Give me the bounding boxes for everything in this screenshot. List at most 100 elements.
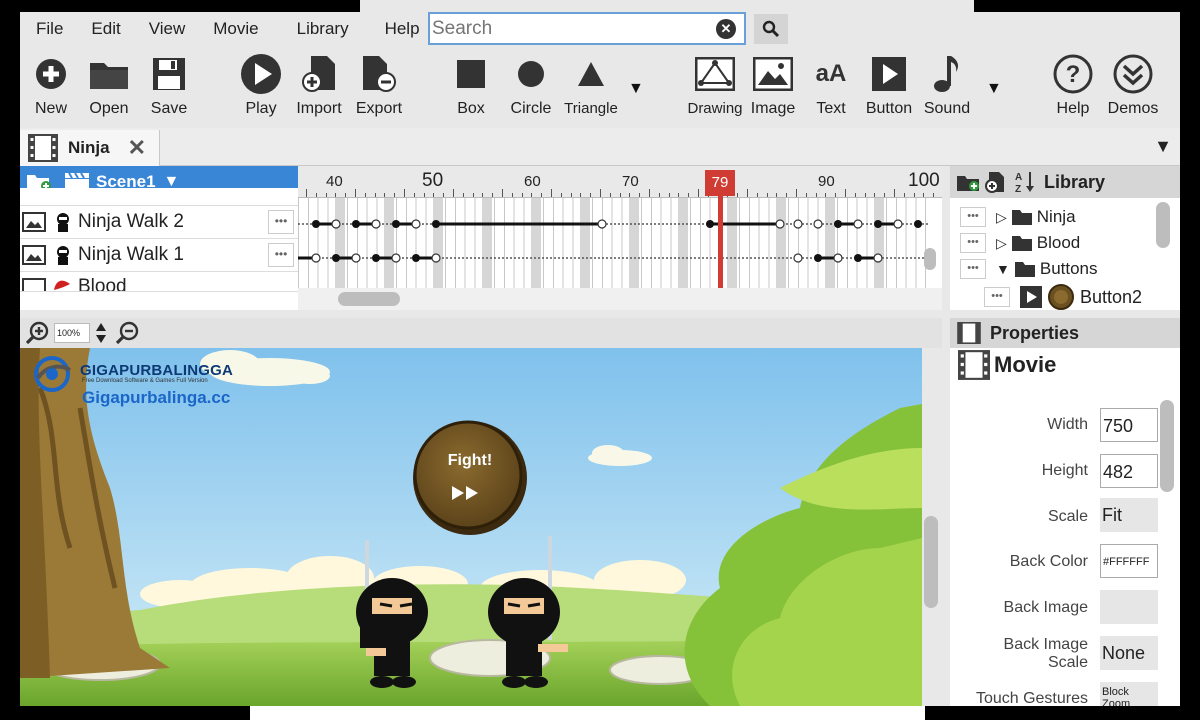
timeline-horizontal-scrollbar[interactable] (298, 288, 942, 310)
triangle-tool-button[interactable]: Triangle (560, 50, 622, 117)
new-button[interactable]: New (20, 50, 82, 118)
ruler-tick (325, 193, 327, 197)
frame-grid[interactable] (298, 198, 928, 288)
tabs-menu-arrow-icon[interactable]: ▼ (1154, 136, 1172, 157)
text-tool-button[interactable]: aA Text (800, 50, 862, 118)
timeline-vertical-scrollbar[interactable] (924, 248, 936, 270)
timeline-ruler[interactable]: 40 50 60 70 90 100 (298, 166, 942, 198)
box-tool-button[interactable]: Box (440, 50, 502, 118)
ruler-tick (502, 189, 503, 197)
touch-gestures-label: Touch Gestures (975, 690, 1088, 706)
ruler-tick (570, 193, 572, 197)
play-button[interactable]: Play (230, 50, 292, 118)
layer-row-partial[interactable] (20, 188, 298, 206)
fight-button[interactable] (413, 420, 523, 530)
menu-edit[interactable]: Edit (77, 19, 134, 39)
floppy-disk-icon (153, 58, 185, 90)
expand-arrow-icon[interactable]: ▷ (996, 235, 1007, 252)
search-input[interactable] (430, 17, 710, 40)
help-button[interactable]: ? Help (1042, 50, 1104, 118)
menu-file[interactable]: File (20, 19, 77, 39)
ruler-tick (874, 193, 876, 197)
ruler-tick (668, 193, 670, 197)
shapes-dropdown-arrow-icon[interactable]: ▼ (628, 80, 644, 98)
library-item-options[interactable]: ••• (984, 287, 1010, 307)
image-tool-button[interactable]: Image (742, 50, 804, 118)
library-item-options[interactable]: ••• (960, 259, 986, 279)
properties-header: Properties (950, 318, 1180, 348)
ruler-tick (580, 193, 582, 197)
ruler-tick (845, 189, 846, 197)
ruler-label: 90 (818, 173, 835, 190)
library-item-button2[interactable]: ••• Button2 (984, 284, 1142, 310)
ruler-tick (423, 193, 425, 197)
square-icon (457, 60, 485, 88)
layer-options-button[interactable]: ••• (268, 210, 294, 234)
library-item-options[interactable]: ••• (960, 233, 986, 253)
ruler-tick (756, 193, 758, 197)
zoom-out-icon[interactable] (116, 321, 140, 345)
circle-tool-button[interactable]: Circle (500, 50, 562, 118)
ruler-tick (835, 193, 837, 197)
search-button[interactable] (754, 14, 788, 44)
touch-gestures-select[interactable]: Block Zoom (1100, 682, 1158, 706)
ruler-label: 70 (622, 173, 639, 190)
sound-tool-button[interactable]: Sound (916, 50, 978, 118)
back-color-field[interactable]: #FFFFFF (1100, 544, 1158, 578)
menu-help[interactable]: Help (371, 19, 434, 39)
fight-button-label[interactable]: Fight! (420, 452, 520, 470)
ruler-tick (511, 193, 513, 197)
drawing-tool-button[interactable]: Drawing (684, 50, 746, 117)
playhead-line[interactable] (718, 196, 723, 288)
menu-movie[interactable]: Movie (199, 19, 282, 39)
image-layer-icon (22, 278, 46, 291)
ruler-tick (453, 189, 454, 197)
tab-ninja[interactable]: Ninja ✕ (20, 130, 160, 166)
scale-select[interactable]: Fit (1100, 498, 1158, 532)
ruler-tick (472, 193, 474, 197)
ruler-tick (355, 189, 356, 197)
library-item-ninja[interactable]: ••• ▷ Ninja (960, 204, 1076, 230)
media-dropdown-arrow-icon[interactable]: ▼ (986, 80, 1002, 98)
add-folder-icon[interactable] (956, 172, 980, 192)
export-button[interactable]: Export (348, 50, 410, 118)
properties-scrollbar[interactable] (1160, 400, 1174, 492)
add-item-icon[interactable] (984, 171, 1006, 193)
close-tab-icon[interactable]: ✕ (128, 135, 146, 161)
ruler-tick (551, 189, 552, 197)
playhead-frame[interactable]: 79 (705, 170, 735, 196)
layer-row-blood[interactable]: Blood (20, 272, 298, 292)
width-field[interactable]: 750 (1100, 408, 1158, 442)
library-item-buttons[interactable]: ••• ▼ Buttons (960, 256, 1098, 282)
search-icon (762, 20, 780, 38)
back-image-scale-select[interactable]: None (1100, 636, 1158, 670)
layer-options-button[interactable]: ••• (268, 243, 294, 267)
stage-scrollbar[interactable] (924, 516, 938, 608)
zoom-level-input[interactable]: 100% (54, 323, 90, 343)
library-item-blood[interactable]: ••• ▷ Blood (960, 230, 1080, 256)
tab-label: Ninja (68, 138, 110, 157)
layer-row-ninja-walk-1[interactable]: Ninja Walk 1 ••• (20, 239, 298, 272)
zoom-stepper-icon[interactable] (94, 321, 108, 345)
timeline-scroll-thumb[interactable] (338, 292, 400, 306)
open-button[interactable]: Open (78, 50, 140, 118)
stage-canvas[interactable]: GIGAPURBALINGGA Free Download Software &… (20, 348, 922, 706)
drawing-icon (695, 57, 735, 91)
layer-row-ninja-walk-2[interactable]: Ninja Walk 2 ••• (20, 206, 298, 239)
sort-az-icon[interactable]: AZ (1014, 170, 1036, 194)
clear-search-icon[interactable]: ✕ (716, 18, 736, 39)
demos-button[interactable]: Demos (1102, 50, 1164, 118)
height-field[interactable]: 482 (1100, 454, 1158, 488)
back-image-field[interactable] (1100, 590, 1158, 624)
zoom-in-icon[interactable] (26, 321, 50, 345)
menu-view[interactable]: View (135, 19, 200, 39)
import-button[interactable]: Import (288, 50, 350, 118)
library-item-options[interactable]: ••• (960, 207, 986, 227)
collapse-arrow-icon[interactable]: ▼ (996, 261, 1010, 277)
expand-arrow-icon[interactable]: ▷ (996, 209, 1007, 226)
save-button[interactable]: Save (138, 50, 200, 118)
button-tool-button[interactable]: Button (858, 50, 920, 118)
ruler-tick (923, 193, 925, 197)
library-scrollbar[interactable] (1156, 202, 1170, 248)
menu-library[interactable]: Library (283, 19, 371, 39)
